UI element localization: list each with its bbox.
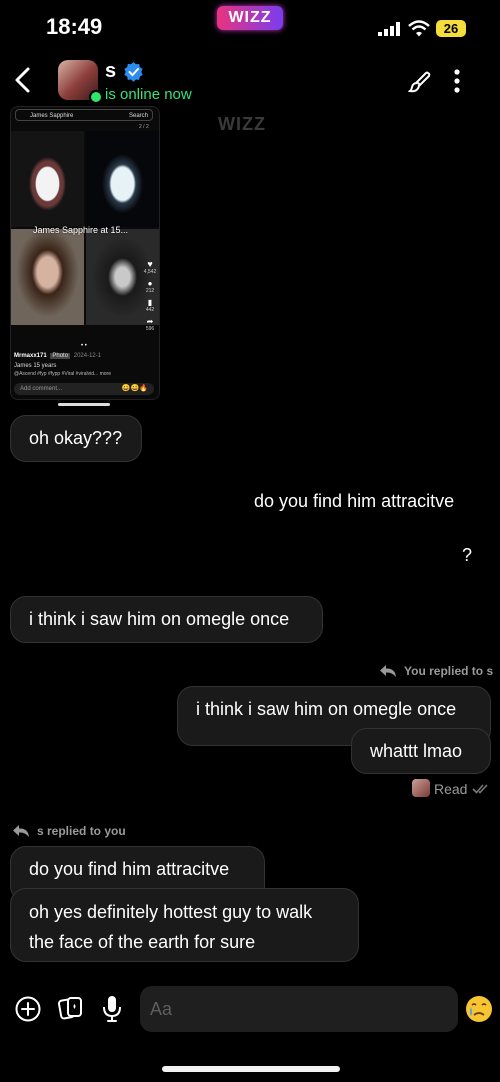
- online-status: is online now: [105, 86, 192, 103]
- message-text: i think i saw him on omegle once: [29, 609, 290, 629]
- carousel-dots: • •: [81, 343, 87, 349]
- signal-icon: [378, 22, 400, 36]
- message-text: oh yes definitely hottest guy to walk: [29, 902, 313, 922]
- home-indicator[interactable]: [162, 1066, 340, 1072]
- attachment-post-tags: @Ascend #fyp #fypp #Viral #viralvid... m…: [14, 371, 111, 377]
- attachment-username: Mrmaxx171: [14, 353, 47, 359]
- attachment-post-type: Photo: [50, 353, 71, 359]
- attachment-post-date: 2024-12-1: [73, 353, 102, 359]
- contact-name[interactable]: s: [105, 60, 116, 83]
- sent-message[interactable]: whattt lmao: [351, 728, 491, 774]
- read-avatar: [412, 779, 430, 797]
- verified-badge-icon: [124, 62, 143, 82]
- attachment-emoji-icons: 😀😀🔥: [121, 385, 148, 392]
- attachment-post-title: James 15 years: [14, 363, 57, 369]
- battery-indicator: 26: [436, 20, 466, 37]
- message-input[interactable]: [140, 986, 458, 1032]
- wifi-icon: [408, 20, 430, 37]
- quoted-text: do you find him attracitve: [29, 859, 230, 879]
- reply-arrow-icon: [380, 665, 396, 677]
- attachment-photo: [86, 131, 159, 227]
- comment-count: 212: [145, 288, 155, 294]
- wizz-watermark: WIZZ: [218, 114, 266, 134]
- attachment-caption: James Sapphire at 15...: [33, 225, 129, 235]
- received-message[interactable]: oh okay???: [10, 415, 142, 462]
- attachment-search-text: James Sapphire: [30, 113, 74, 119]
- message-text: the face of the earth for sure: [29, 932, 256, 952]
- microphone-icon[interactable]: [102, 995, 122, 1023]
- save-count: 442: [145, 307, 155, 313]
- attachment-underline: [58, 403, 110, 406]
- reply-label: s replied to you: [37, 824, 126, 838]
- attachment-photo: [11, 131, 84, 227]
- received-message[interactable]: i think i saw him on omegle once: [10, 596, 323, 643]
- share-count: 596: [145, 326, 155, 332]
- back-icon[interactable]: [12, 66, 36, 94]
- received-message[interactable]: oh yes definitely hottest guy to walk th…: [10, 888, 359, 962]
- quoted-text: i think i saw him on omegle once: [196, 699, 457, 719]
- attachment-comment-placeholder: Add comment...: [20, 386, 63, 392]
- attachment-search-bar: James Sapphire Search: [15, 109, 153, 121]
- app-badge: WIZZ: [217, 6, 283, 30]
- reply-arrow-icon: [13, 825, 29, 837]
- attachment-comment-field: Add comment... 😀😀🔥: [14, 383, 154, 395]
- cards-icon[interactable]: [58, 995, 84, 1021]
- attachment-side-actions: ♥ 4,542 ● 212 ▮ 442 ➦ 596: [143, 259, 157, 332]
- attachment-photo: [11, 229, 84, 325]
- message-text: oh okay???: [29, 428, 123, 448]
- status-time: 18:49: [46, 14, 103, 39]
- reply-label: You replied to s: [404, 664, 494, 678]
- message-text: whattt lmao: [370, 741, 463, 761]
- paintbrush-icon[interactable]: [408, 70, 432, 94]
- sent-message[interactable]: do you find him attracitve: [254, 491, 454, 512]
- attachment-page-indicator: 2 / 2: [139, 124, 149, 130]
- read-status: Read: [434, 781, 468, 797]
- emoji-icon[interactable]: [464, 994, 494, 1024]
- shared-screenshot[interactable]: James Sapphire Search 2 / 2 James Sapphi…: [10, 106, 160, 400]
- more-options-icon[interactable]: [450, 68, 464, 94]
- like-count: 4,542: [143, 269, 157, 275]
- add-icon[interactable]: [15, 996, 41, 1022]
- sent-message[interactable]: ?: [462, 545, 472, 566]
- online-indicator: [89, 90, 103, 104]
- attachment-search-button: Search: [128, 113, 148, 119]
- read-check-icon: [472, 784, 488, 794]
- attachment-user-line: Mrmaxx171 Photo 2024-12-1: [14, 353, 101, 359]
